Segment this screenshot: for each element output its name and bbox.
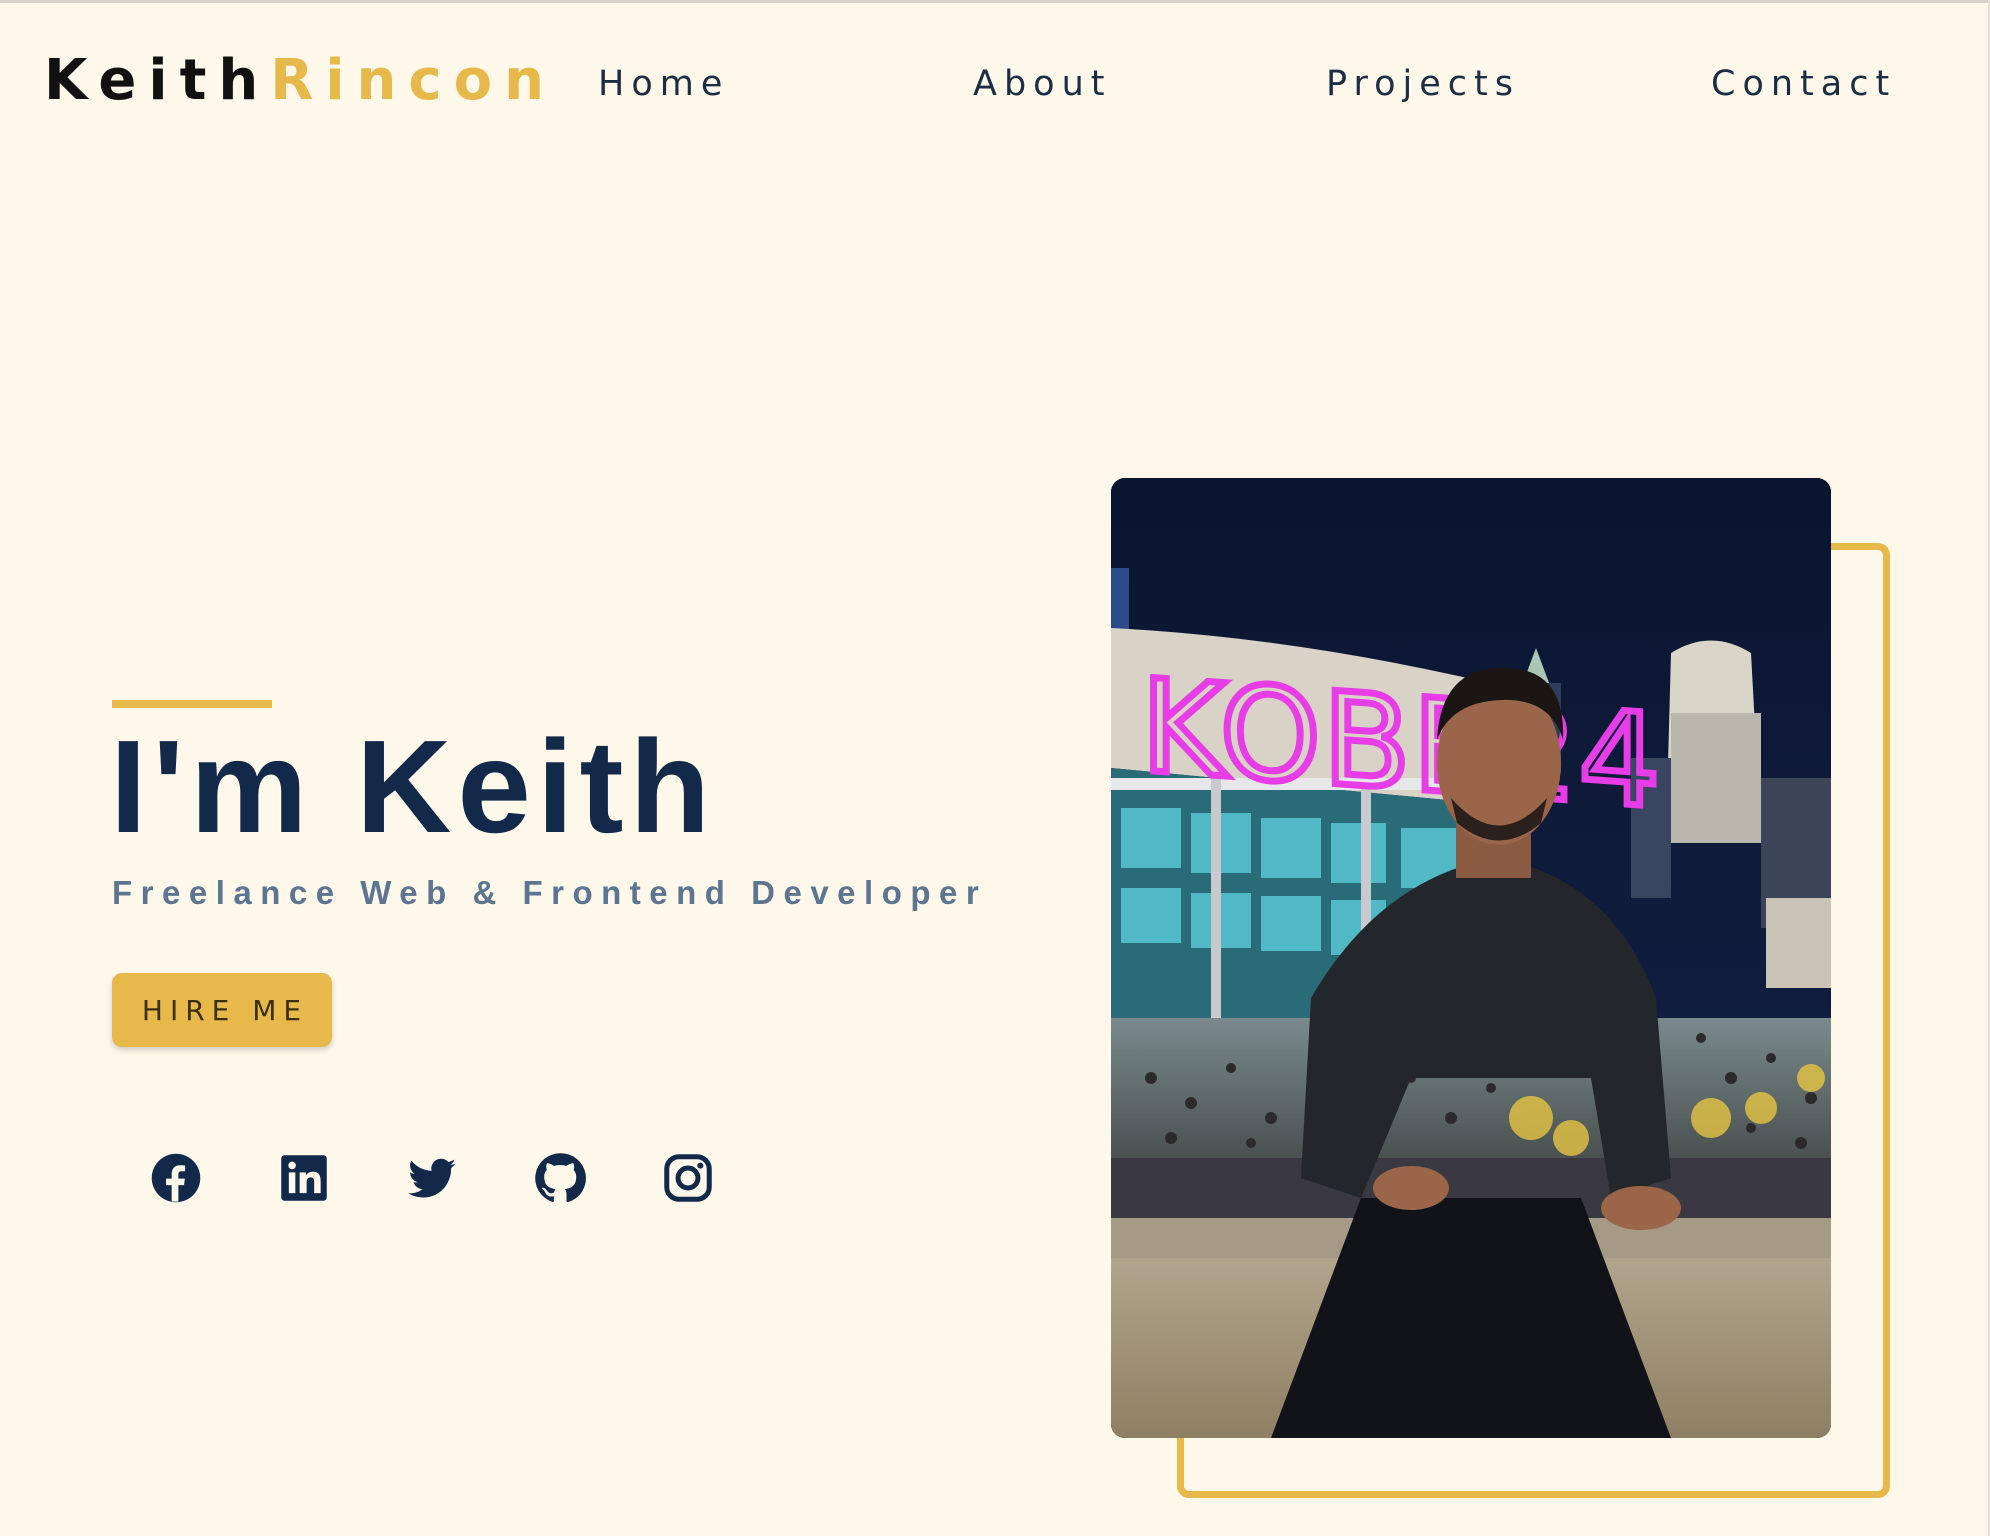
title-accent-bar [112, 700, 272, 708]
nav-link-home[interactable]: Home [598, 62, 729, 106]
twitter-icon [408, 1158, 456, 1198]
brand-first-name: Keith [44, 48, 271, 113]
facebook-link[interactable] [150, 1152, 202, 1204]
hero-subtitle: Freelance Web & Frontend Developer [112, 874, 988, 911]
instagram-link[interactable] [662, 1152, 714, 1204]
github-link[interactable] [534, 1152, 586, 1204]
hero-title: I'm Keith [110, 713, 717, 860]
nav-link-contact[interactable]: Contact [1711, 62, 1896, 106]
profile-photo-illustration: KOBE24 [1111, 478, 1831, 1438]
instagram-icon [664, 1154, 712, 1202]
linkedin-link[interactable] [278, 1152, 330, 1204]
brand-logo[interactable]: KeithRincon [44, 46, 556, 116]
twitter-link[interactable] [406, 1152, 458, 1204]
hire-me-button[interactable]: HIRE ME [112, 973, 332, 1047]
facebook-icon [151, 1153, 201, 1203]
nav-link-about[interactable]: About [973, 62, 1111, 106]
top-border [0, 0, 1990, 3]
github-icon [535, 1153, 586, 1203]
profile-photo: KOBE24 [1111, 478, 1831, 1438]
brand-last-name: Rincon [270, 48, 556, 113]
nav-link-projects[interactable]: Projects [1326, 62, 1520, 106]
linkedin-icon [281, 1155, 327, 1201]
